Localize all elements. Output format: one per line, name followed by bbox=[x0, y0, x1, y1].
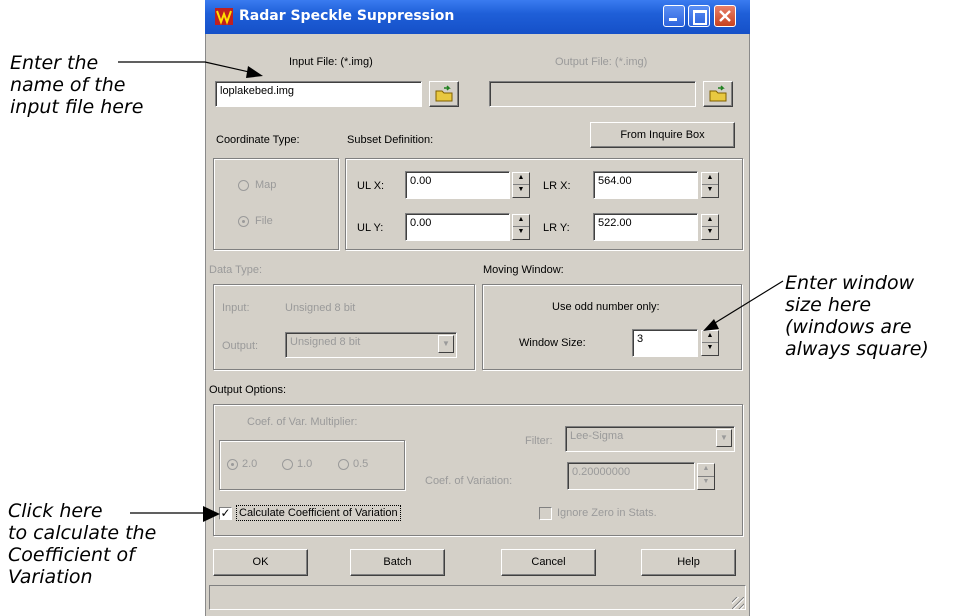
minimize-icon bbox=[669, 18, 677, 21]
down-arrow-icon: ▼ bbox=[706, 344, 714, 351]
data-type-output-value: Unsigned 8 bit bbox=[290, 336, 361, 348]
callout-input-file: Enter the name of the input file here bbox=[10, 52, 144, 118]
cancel-button[interactable]: Cancel bbox=[501, 549, 596, 576]
input-file-field[interactable]: loplakebed.img bbox=[215, 81, 422, 107]
radio-map-label: Map bbox=[255, 179, 277, 191]
filter-label: Filter: bbox=[525, 435, 553, 447]
maximize-button[interactable] bbox=[688, 5, 710, 27]
radio-multiplier-2[interactable] bbox=[227, 459, 238, 470]
radio-multiplier-2-label: 2.0 bbox=[242, 458, 258, 470]
radio-multiplier-1[interactable] bbox=[282, 459, 293, 470]
coordinate-type-group bbox=[213, 158, 339, 250]
data-type-output-select[interactable]: Unsigned 8 bit ▼ bbox=[285, 332, 457, 358]
from-inquire-box-button[interactable]: From Inquire Box bbox=[590, 122, 735, 148]
resize-grip-icon[interactable] bbox=[732, 597, 744, 609]
lry-stepper[interactable]: ▲ ▼ bbox=[701, 214, 719, 240]
lry-field[interactable]: 522.00 bbox=[593, 213, 698, 241]
title-bar[interactable]: Radar Speckle Suppression bbox=[205, 0, 750, 34]
coef-variation-field[interactable]: 0.20000000 bbox=[567, 462, 695, 490]
ulx-label: UL X: bbox=[357, 180, 385, 192]
radio-file[interactable] bbox=[238, 216, 249, 227]
coordinate-type-label: Coordinate Type: bbox=[216, 134, 300, 146]
radio-multiplier-1-label: 1.0 bbox=[297, 458, 313, 470]
calc-coef-label[interactable]: Calculate Coefficient of Variation bbox=[236, 505, 401, 521]
uly-label: UL Y: bbox=[357, 222, 384, 234]
help-button[interactable]: Help bbox=[641, 549, 736, 576]
ok-button[interactable]: OK bbox=[213, 549, 308, 576]
odd-number-hint: Use odd number only: bbox=[552, 301, 660, 313]
moving-window-label: Moving Window: bbox=[483, 264, 564, 276]
window-size-field[interactable]: 3 bbox=[632, 329, 698, 357]
coef-variation-label: Coef. of Variation: bbox=[425, 475, 513, 487]
moving-window-group bbox=[482, 284, 742, 370]
up-arrow-icon: ▲ bbox=[698, 464, 714, 477]
up-arrow-icon: ▲ bbox=[513, 215, 529, 227]
folder-icon bbox=[435, 85, 453, 102]
up-arrow-icon: ▲ bbox=[702, 331, 718, 343]
up-arrow-icon: ▲ bbox=[702, 173, 718, 185]
batch-button[interactable]: Batch bbox=[350, 549, 445, 576]
filter-select[interactable]: Lee-Sigma ▼ bbox=[565, 426, 735, 452]
data-type-input-value: Unsigned 8 bit bbox=[285, 302, 356, 314]
close-icon bbox=[719, 10, 731, 22]
coef-variation-stepper[interactable]: ▲ ▼ bbox=[697, 463, 715, 490]
calc-coef-checkbox[interactable]: ✓ bbox=[219, 507, 232, 520]
data-type-output-label: Output: bbox=[222, 340, 259, 352]
down-arrow-icon: ▼ bbox=[517, 186, 525, 193]
minimize-button[interactable] bbox=[663, 5, 685, 27]
chevron-down-icon: ▼ bbox=[716, 429, 732, 447]
callout-coefficient: Click here to calculate the Coefficient … bbox=[8, 500, 157, 588]
input-file-label: Input File: (*.img) bbox=[289, 56, 373, 68]
radio-multiplier-05[interactable] bbox=[338, 459, 349, 470]
close-button[interactable] bbox=[714, 5, 736, 27]
filter-value: Lee-Sigma bbox=[570, 430, 624, 442]
down-arrow-icon: ▼ bbox=[706, 228, 714, 235]
down-arrow-icon: ▼ bbox=[706, 186, 714, 193]
data-type-input-label: Input: bbox=[222, 302, 250, 314]
input-file-browse-button[interactable] bbox=[429, 81, 459, 107]
down-arrow-icon: ▼ bbox=[702, 477, 710, 485]
output-file-browse-button[interactable] bbox=[703, 81, 733, 107]
multiplier-label: Coef. of Var. Multiplier: bbox=[247, 416, 358, 428]
ulx-stepper[interactable]: ▲ ▼ bbox=[512, 172, 530, 198]
ulx-field[interactable]: 0.00 bbox=[405, 171, 510, 199]
status-bar bbox=[209, 585, 746, 610]
callout-window-size: Enter window size here (windows are alwa… bbox=[785, 272, 929, 360]
subset-definition-label: Subset Definition: bbox=[347, 134, 434, 146]
down-arrow-icon: ▼ bbox=[517, 228, 525, 235]
window-size-label: Window Size: bbox=[519, 337, 586, 349]
ignore-zero-checkbox[interactable] bbox=[539, 507, 552, 520]
output-options-label: Output Options: bbox=[209, 384, 287, 396]
radar-speckle-dialog: Radar Speckle Suppression Input File: (*… bbox=[205, 0, 750, 616]
data-type-label: Data Type: bbox=[209, 264, 262, 276]
lrx-stepper[interactable]: ▲ ▼ bbox=[701, 172, 719, 198]
output-file-field[interactable] bbox=[489, 81, 696, 107]
output-file-label: Output File: (*.img) bbox=[555, 56, 648, 68]
maximize-icon bbox=[693, 10, 707, 25]
uly-field[interactable]: 0.00 bbox=[405, 213, 510, 241]
uly-stepper[interactable]: ▲ ▼ bbox=[512, 214, 530, 240]
window-title: Radar Speckle Suppression bbox=[239, 8, 455, 24]
radio-multiplier-05-label: 0.5 bbox=[353, 458, 369, 470]
window-size-stepper[interactable]: ▲ ▼ bbox=[701, 330, 719, 356]
folder-icon bbox=[709, 85, 727, 102]
radio-file-label: File bbox=[255, 215, 273, 227]
lrx-label: LR X: bbox=[543, 180, 571, 192]
radio-map[interactable] bbox=[238, 180, 249, 191]
lry-label: LR Y: bbox=[543, 222, 570, 234]
imagine-icon bbox=[215, 8, 233, 25]
chevron-down-icon: ▼ bbox=[438, 335, 454, 353]
ignore-zero-label: Ignore Zero in Stats. bbox=[557, 507, 657, 519]
lrx-field[interactable]: 564.00 bbox=[593, 171, 698, 199]
up-arrow-icon: ▲ bbox=[513, 173, 529, 185]
up-arrow-icon: ▲ bbox=[702, 215, 718, 227]
